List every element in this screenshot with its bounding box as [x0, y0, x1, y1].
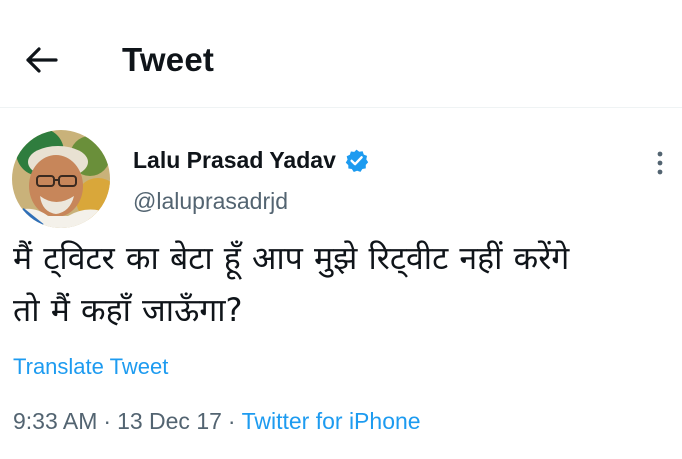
separator: ·	[103, 408, 112, 434]
more-options-button[interactable]	[646, 143, 674, 183]
avatar[interactable]	[12, 130, 110, 228]
arrow-left-icon	[26, 47, 58, 73]
header-bar: Tweet	[0, 0, 682, 108]
verified-badge-icon	[345, 149, 369, 172]
tweet-time[interactable]: 9:33 AM	[13, 408, 97, 434]
more-vertical-icon	[657, 151, 663, 175]
tweet-metadata: 9:33 AM · 13 Dec 17 · Twitter for iPhone	[13, 406, 421, 436]
tweet-text-line: मैं ट्विटर का बेटा हूँ आप मुझे रिट्वीट न…	[13, 239, 570, 277]
page-title: Tweet	[122, 41, 215, 78]
separator: ·	[227, 408, 236, 434]
author-handle[interactable]: @laluprasadrjd	[133, 186, 288, 216]
tweet-text-line: तो मैं कहाँ जाऊँगा?	[13, 291, 243, 329]
tweet-date[interactable]: 13 Dec 17	[117, 408, 222, 434]
tweet-source-link[interactable]: Twitter for iPhone	[242, 408, 421, 434]
author-display-name: Lalu Prasad Yadav	[133, 147, 336, 173]
translate-tweet-link[interactable]: Translate Tweet	[13, 352, 168, 382]
author-name[interactable]: Lalu Prasad Yadav	[133, 145, 369, 175]
back-button[interactable]	[22, 40, 62, 80]
tweet-text: मैं ट्विटर का बेटा हूँ आप मुझे रिट्वीट न…	[13, 232, 675, 336]
